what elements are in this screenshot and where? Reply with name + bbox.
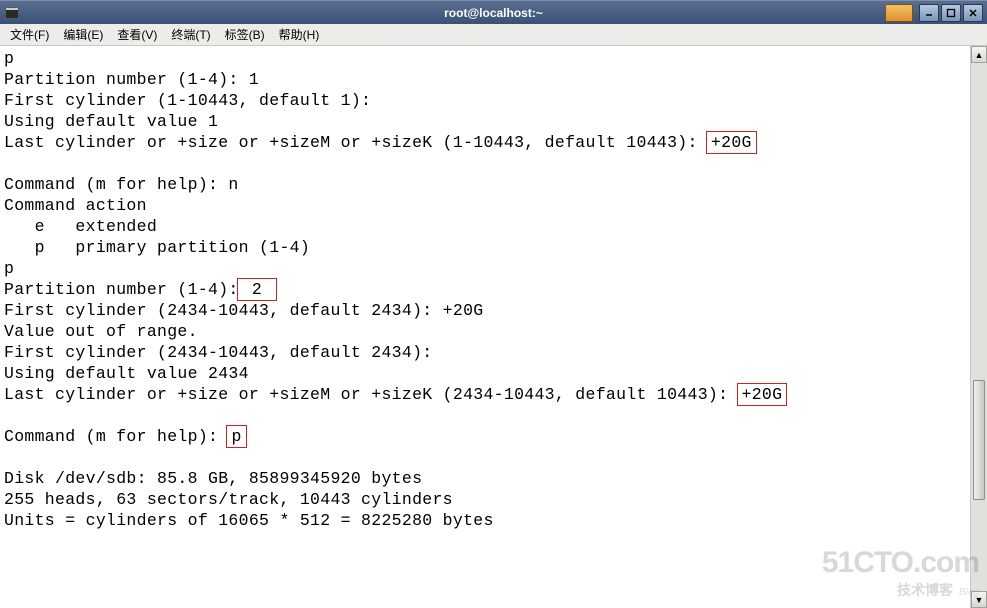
terminal-line: Command action — [4, 196, 147, 215]
window-title: root@localhost:~ — [0, 6, 987, 20]
minimize-button[interactable] — [919, 4, 939, 22]
terminal-line: p — [4, 259, 14, 278]
scroll-up-button[interactable]: ▲ — [971, 46, 987, 63]
terminal-line: Value out of range. — [4, 322, 198, 341]
menu-tabs[interactable]: 标签(B) — [219, 24, 271, 45]
terminal-line: First cylinder (2434-10443, default 2434… — [4, 301, 483, 320]
terminal-line: p — [4, 49, 14, 68]
terminal-line: Partition number (1-4): 1 — [4, 70, 259, 89]
scroll-down-button[interactable]: ▼ — [971, 591, 987, 608]
highlight-box: p — [226, 425, 246, 448]
menu-edit[interactable]: 编辑(E) — [57, 24, 109, 45]
highlight-box: +20G — [737, 383, 788, 406]
terminal-line: Using default value 2434 — [4, 364, 249, 383]
terminal-line: Partition number (1-4): 2 — [4, 280, 275, 299]
menu-help[interactable]: 帮助(H) — [273, 24, 326, 45]
terminal-app-icon — [4, 5, 20, 21]
terminal-line: Command (m for help): n — [4, 175, 239, 194]
highlight-box: 2 — [237, 278, 278, 301]
menu-file[interactable]: 文件(F) — [4, 24, 55, 45]
terminal-line: First cylinder (2434-10443, default 2434… — [4, 343, 432, 362]
terminal-line: Last cylinder or +size or +sizeM or +siz… — [4, 133, 755, 152]
scroll-track[interactable] — [971, 63, 987, 591]
terminal-line: First cylinder (1-10443, default 1): — [4, 91, 371, 110]
close-button[interactable] — [963, 4, 983, 22]
terminal-line: Last cylinder or +size or +sizeM or +siz… — [4, 385, 785, 404]
terminal-output[interactable]: p Partition number (1-4): 1 First cylind… — [0, 46, 970, 608]
terminal-line: p primary partition (1-4) — [4, 238, 310, 257]
highlight-box: +20G — [706, 131, 757, 154]
menu-view[interactable]: 查看(V) — [111, 24, 163, 45]
window-titlebar: root@localhost:~ — [0, 0, 987, 24]
menubar: 文件(F) 编辑(E) 查看(V) 终端(T) 标签(B) 帮助(H) — [0, 24, 987, 46]
terminal-line: Using default value 1 — [4, 112, 218, 131]
terminal-line: Command (m for help): p — [4, 427, 245, 446]
terminal-line: Units = cylinders of 16065 * 512 = 82252… — [4, 511, 494, 530]
terminal-line: e extended — [4, 217, 157, 236]
terminal-line: 255 heads, 63 sectors/track, 10443 cylin… — [4, 490, 453, 509]
maximize-button[interactable] — [941, 4, 961, 22]
scroll-thumb[interactable] — [973, 380, 985, 500]
terminal-line: Disk /dev/sdb: 85.8 GB, 85899345920 byte… — [4, 469, 422, 488]
window-switcher-icon[interactable] — [885, 4, 913, 22]
menu-terminal[interactable]: 终端(T) — [165, 24, 216, 45]
scrollbar: ▲ ▼ — [970, 46, 987, 608]
